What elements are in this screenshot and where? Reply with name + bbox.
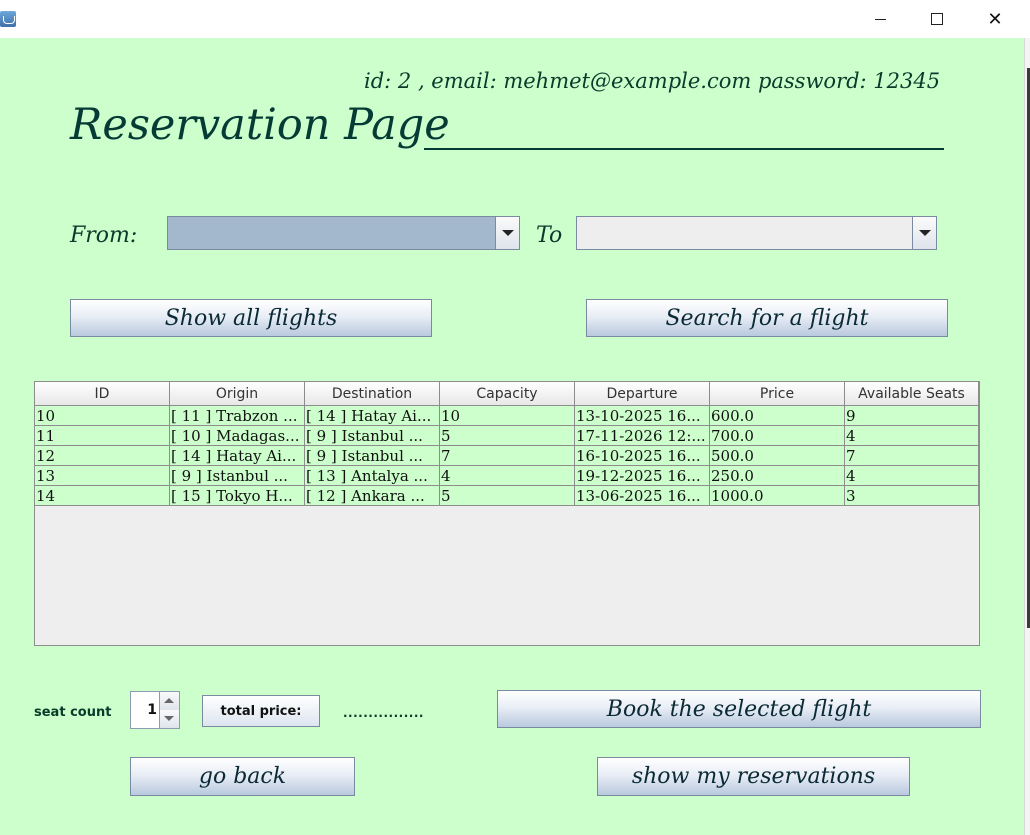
- table-cell: [ 12 ] Ankara ...: [305, 486, 440, 506]
- minimize-button[interactable]: [857, 0, 903, 38]
- table-cell: [ 9 ] Istanbul ...: [305, 426, 440, 446]
- seat-count-label: seat count: [34, 705, 112, 720]
- table-cell: 1000.0: [710, 486, 845, 506]
- chevron-down-icon[interactable]: [495, 217, 519, 249]
- table-cell: 13: [35, 466, 170, 486]
- column-header-origin[interactable]: Origin: [170, 382, 305, 406]
- column-header-available-seats[interactable]: Available Seats: [845, 382, 979, 406]
- reservation-panel: id: 2 , email: mehmet@example.com passwo…: [0, 38, 1024, 835]
- table-cell: [ 14 ] Hatay Ai...: [305, 406, 440, 426]
- table-cell: 9: [845, 406, 979, 426]
- window-titlebar: ✕: [0, 0, 1030, 38]
- table-cell: [ 10 ] Madagas...: [170, 426, 305, 446]
- window-edge: [1024, 38, 1030, 835]
- table-cell: 3: [845, 486, 979, 506]
- total-price-value: ................: [343, 706, 424, 720]
- book-flight-button[interactable]: Book the selected flight: [497, 690, 981, 728]
- table-cell: 13-06-2025 16...: [575, 486, 710, 506]
- table-cell: 4: [845, 426, 979, 446]
- table-cell: [ 15 ] Tokyo H...: [170, 486, 305, 506]
- table-cell: [ 11 ] Trabzon ...: [170, 406, 305, 426]
- table-cell: 11: [35, 426, 170, 446]
- table-cell: 5: [440, 486, 575, 506]
- table-cell: 17-11-2026 12:...: [575, 426, 710, 446]
- table-cell: [ 13 ] Antalya ...: [305, 466, 440, 486]
- table-cell: 4: [845, 466, 979, 486]
- search-flight-button[interactable]: Search for a flight: [586, 299, 948, 337]
- column-header-destination[interactable]: Destination: [305, 382, 440, 406]
- table-cell: 10: [440, 406, 575, 426]
- seat-count-spinner[interactable]: 1: [130, 691, 180, 729]
- table-cell: 700.0: [710, 426, 845, 446]
- table-cell: 500.0: [710, 446, 845, 466]
- table-header: ID Origin Destination Capacity Departure…: [35, 382, 979, 406]
- page-title: Reservation Page: [70, 100, 450, 150]
- spinner-down-icon[interactable]: [159, 710, 179, 728]
- column-header-departure[interactable]: Departure: [575, 382, 710, 406]
- java-app-icon: [0, 11, 16, 27]
- column-header-id[interactable]: ID: [35, 382, 170, 406]
- chevron-down-icon[interactable]: [912, 217, 936, 249]
- table-cell: 4: [440, 466, 575, 486]
- table-cell: 14: [35, 486, 170, 506]
- table-row[interactable]: 10 [ 11 ] Trabzon ... [ 14 ] Hatay Ai...…: [35, 406, 979, 426]
- table-row[interactable]: 11 [ 10 ] Madagas... [ 9 ] Istanbul ... …: [35, 426, 979, 446]
- go-back-button[interactable]: go back: [130, 757, 355, 796]
- table-row[interactable]: 13 [ 9 ] Istanbul ... [ 13 ] Antalya ...…: [35, 466, 979, 486]
- seat-count-value[interactable]: 1: [147, 702, 157, 718]
- to-combobox[interactable]: [576, 216, 937, 250]
- title-underline: [424, 148, 944, 150]
- table-row[interactable]: 14 [ 15 ] Tokyo H... [ 12 ] Ankara ... 5…: [35, 486, 979, 506]
- table-cell: 7: [440, 446, 575, 466]
- table-cell: 10: [35, 406, 170, 426]
- table-cell: 600.0: [710, 406, 845, 426]
- show-all-flights-button[interactable]: Show all flights: [70, 299, 432, 337]
- minimize-icon: [874, 18, 886, 20]
- user-info-label: id: 2 , email: mehmet@example.com passwo…: [364, 69, 941, 93]
- flights-table[interactable]: ID Origin Destination Capacity Departure…: [34, 381, 980, 646]
- from-label: From:: [70, 223, 138, 248]
- table-cell: 5: [440, 426, 575, 446]
- spinner-up-icon[interactable]: [159, 692, 179, 711]
- close-button[interactable]: ✕: [972, 0, 1018, 38]
- table-cell: 7: [845, 446, 979, 466]
- table-cell: 250.0: [710, 466, 845, 486]
- table-cell: 16-10-2025 16...: [575, 446, 710, 466]
- table-body: 10 [ 11 ] Trabzon ... [ 14 ] Hatay Ai...…: [35, 406, 979, 506]
- from-combobox[interactable]: [167, 216, 520, 250]
- table-cell: 19-12-2025 16...: [575, 466, 710, 486]
- total-price-button[interactable]: total price:: [202, 695, 320, 727]
- table-row[interactable]: 12 [ 14 ] Hatay Ai... [ 9 ] Istanbul ...…: [35, 446, 979, 466]
- column-header-price[interactable]: Price: [710, 382, 845, 406]
- to-label: To: [536, 223, 563, 248]
- maximize-button[interactable]: [914, 0, 960, 38]
- close-icon: ✕: [987, 8, 1003, 30]
- table-cell: [ 9 ] Istanbul ...: [170, 466, 305, 486]
- show-reservations-button[interactable]: show my reservations: [597, 757, 910, 796]
- column-header-capacity[interactable]: Capacity: [440, 382, 575, 406]
- table-cell: 13-10-2025 16...: [575, 406, 710, 426]
- table-cell: [ 14 ] Hatay Ai...: [170, 446, 305, 466]
- maximize-icon: [931, 13, 943, 25]
- table-cell: [ 9 ] Istanbul ...: [305, 446, 440, 466]
- table-cell: 12: [35, 446, 170, 466]
